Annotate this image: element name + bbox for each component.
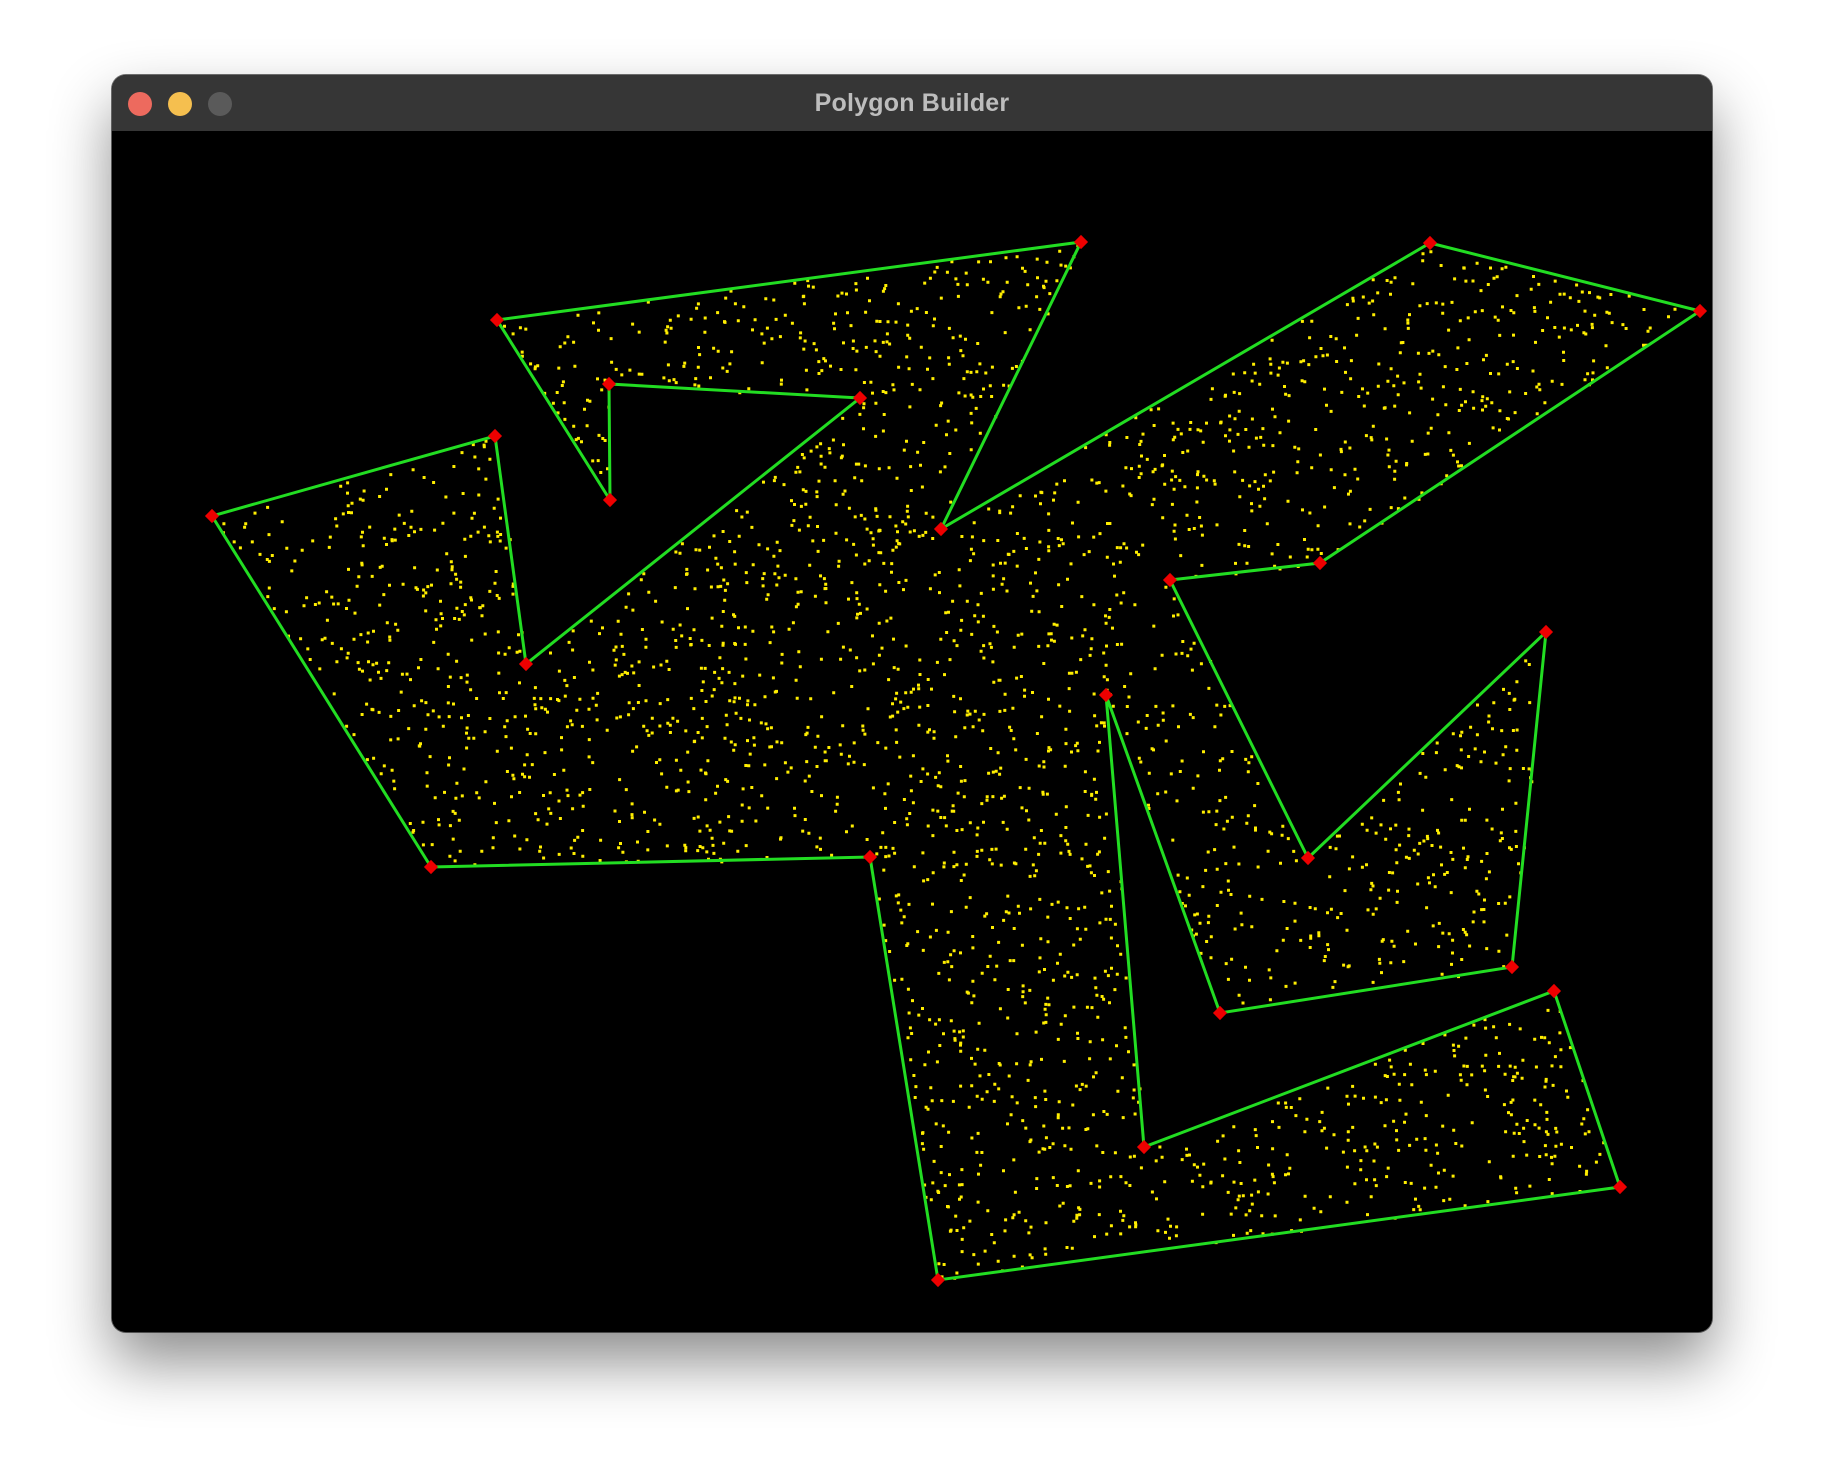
polygon-vertex-handle[interactable] <box>602 492 618 508</box>
polygon-vertex-handle[interactable] <box>1212 1005 1228 1021</box>
window-title: Polygon Builder <box>814 89 1010 117</box>
polygon-vertex-handle[interactable] <box>1504 959 1520 975</box>
app-window: Polygon Builder <box>112 75 1712 1332</box>
polygon-canvas[interactable] <box>112 131 1712 1332</box>
polygon-vertex-handle[interactable] <box>930 1272 946 1288</box>
polygon-vertex-handle[interactable] <box>204 508 220 524</box>
polygon-vertex-handle[interactable] <box>1546 983 1562 999</box>
sample-points-layer <box>221 244 1677 1280</box>
polygon-vertex-handle[interactable] <box>1073 234 1089 250</box>
polygon-vertex-handle[interactable] <box>1422 235 1438 251</box>
polygon-vertex-handle[interactable] <box>423 859 439 875</box>
title-bar[interactable]: Polygon Builder <box>112 75 1712 132</box>
polygon-vertex-handle[interactable] <box>489 312 505 328</box>
polygon-vertex-handle[interactable] <box>1136 1139 1152 1155</box>
polygon-vertex-handle[interactable] <box>862 849 878 865</box>
polygon-vertex-handle[interactable] <box>1612 1179 1628 1195</box>
sample-points <box>221 244 1677 1280</box>
drawing-canvas[interactable] <box>112 131 1712 1332</box>
polygon-outline <box>209 240 1704 1282</box>
polygon-vertex-handle[interactable] <box>933 521 949 537</box>
polygon-vertex-handle[interactable] <box>1162 572 1178 588</box>
polygon-vertex-handle[interactable] <box>1098 687 1114 703</box>
polygon-vertex-handle[interactable] <box>487 428 503 444</box>
